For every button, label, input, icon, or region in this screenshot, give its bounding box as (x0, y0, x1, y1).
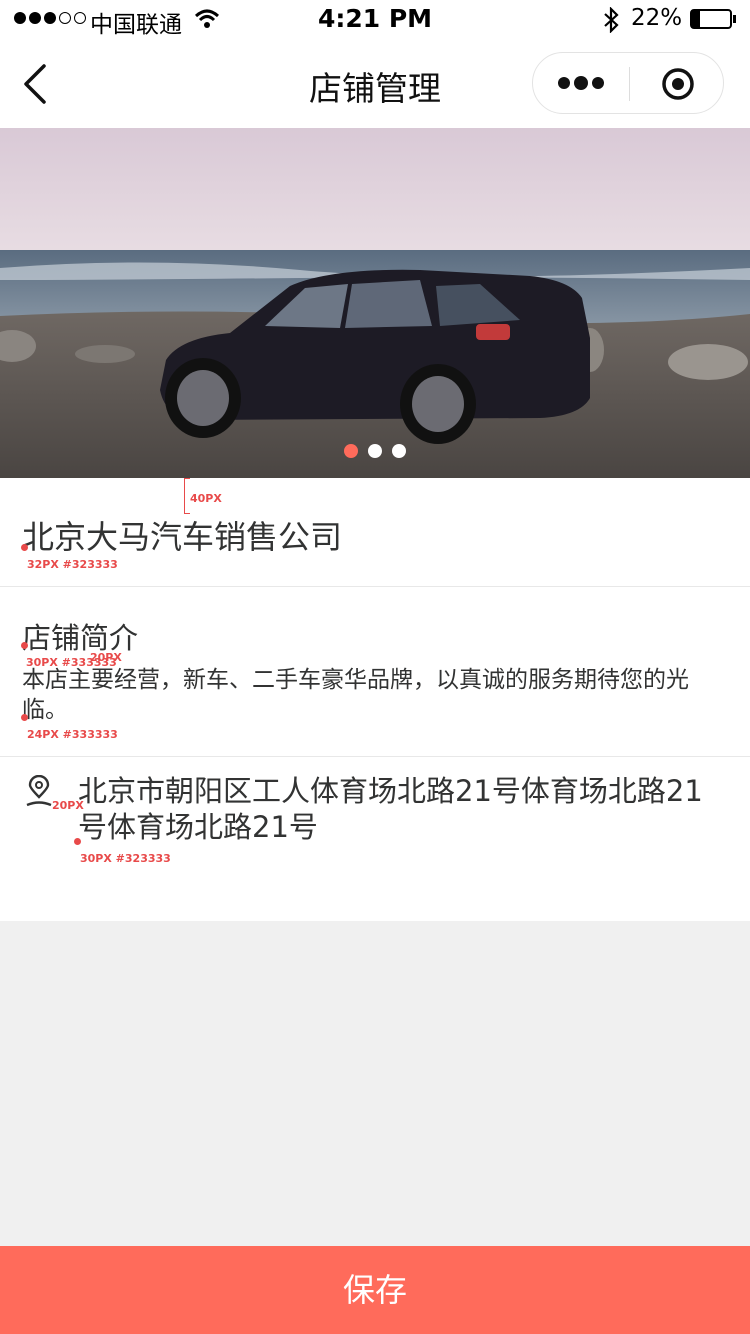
address-section: 20PX 北京市朝阳区工人体育场北路21号体育场北路21 号体育场北路21号 3… (0, 757, 750, 921)
spec-annotation: 32PX #323333 (27, 558, 118, 571)
intro-text-line: 临。 (22, 697, 68, 723)
annotation-dot (21, 544, 28, 551)
address-text[interactable]: 北京市朝阳区工人体育场北路21号体育场北路21 号体育场北路21号 (78, 773, 738, 845)
address-line: 号体育场北路21号 (78, 810, 318, 844)
annotation-dot (21, 642, 28, 649)
battery-percent: 22% (631, 5, 683, 31)
pager-dot[interactable] (392, 444, 406, 458)
intro-text-line: 本店主要经营，新车、二手车豪华品牌，以真诚的服务期待您的光 (22, 667, 689, 693)
store-name-section: 40PX 北京大马汽车销售公司 32PX #323333 (0, 478, 750, 586)
intro-section: 店铺简介 30PX #333333 20PX 本店主要经营，新车、二手车豪华品牌… (0, 587, 750, 756)
annotation-dot (74, 838, 81, 845)
capsule-divider (629, 67, 630, 101)
more-dots-icon[interactable] (557, 76, 605, 90)
location-pin-icon (26, 775, 52, 807)
store-name[interactable]: 北京大马汽车销售公司 (22, 512, 342, 558)
bluetooth-icon (604, 7, 619, 33)
pager-dots (344, 444, 406, 458)
spacing-annotation: 20PX (90, 651, 122, 664)
target-circle-icon[interactable] (661, 67, 695, 101)
spacing-annotation: 40PX (190, 492, 222, 505)
battery-icon (690, 9, 732, 29)
banner-carousel[interactable] (0, 128, 750, 478)
nav-bar: 店铺管理 (0, 40, 750, 128)
annotation-dot (21, 714, 28, 721)
battery-tip (733, 15, 736, 23)
pager-dot[interactable] (368, 444, 382, 458)
pager-dot[interactable] (344, 444, 358, 458)
battery-fill (692, 11, 701, 27)
address-line: 北京市朝阳区工人体育场北路21号体育场北路21 (78, 774, 703, 808)
intro-text[interactable]: 本店主要经营，新车、二手车豪华品牌，以真诚的服务期待您的光 临。 (22, 665, 732, 725)
spec-annotation: 30PX #323333 (80, 852, 171, 865)
banner-image (0, 128, 750, 478)
save-button[interactable]: 保存 (0, 1246, 750, 1334)
status-bar: 中国联通 4:21 PM 22% (0, 0, 750, 40)
spec-annotation: 24PX #333333 (27, 728, 118, 741)
mini-program-capsule (532, 52, 724, 114)
